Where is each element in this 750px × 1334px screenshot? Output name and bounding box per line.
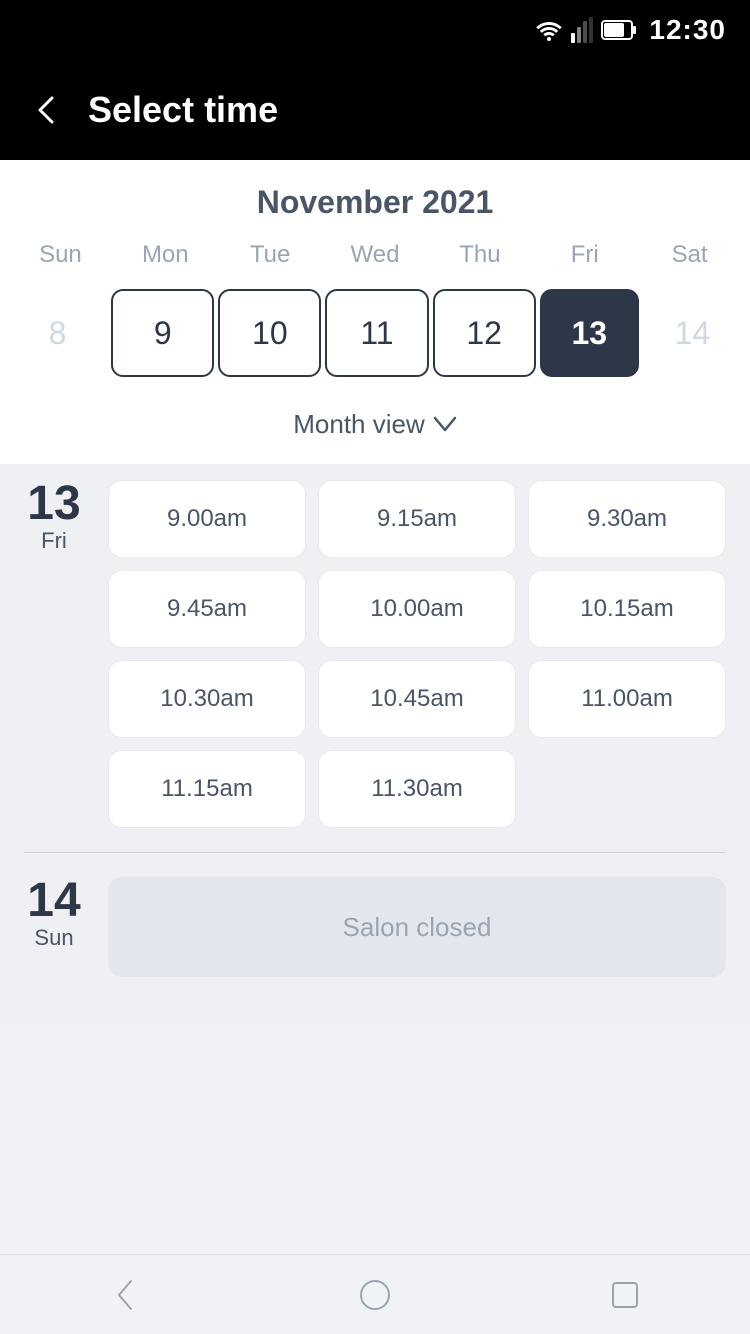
- header-title: Select time: [88, 89, 278, 131]
- day-block-13: 13 Fri 9.00am 9.15am 9.30am 9.45am 10.00…: [24, 480, 726, 828]
- time-slot-1000[interactable]: 10.00am: [318, 570, 516, 648]
- wifi-icon: [535, 19, 563, 41]
- weekday-fri: Fri: [532, 241, 637, 281]
- day-name-14: Sun: [24, 925, 84, 951]
- day-11[interactable]: 11: [325, 289, 428, 377]
- day-12[interactable]: 12: [433, 289, 536, 377]
- weekday-row: Sun Mon Tue Wed Thu Fri Sat: [0, 241, 750, 281]
- day-label-14: 14 Sun: [24, 877, 84, 951]
- chevron-down-icon: [433, 411, 457, 439]
- weekday-wed: Wed: [323, 241, 428, 281]
- weekday-thu: Thu: [427, 241, 532, 281]
- signal-icon: [571, 17, 593, 43]
- time-slot-1015[interactable]: 10.15am: [528, 570, 726, 648]
- time-slot-1130[interactable]: 11.30am: [318, 750, 516, 828]
- nav-home-button[interactable]: [345, 1265, 405, 1325]
- day-9[interactable]: 9: [111, 289, 214, 377]
- day-divider: [24, 852, 726, 853]
- weekday-mon: Mon: [113, 241, 218, 281]
- day-block-14: 14 Sun Salon closed: [24, 877, 726, 977]
- status-bar: 12:30: [0, 0, 750, 60]
- day-14[interactable]: 14: [643, 289, 742, 377]
- nav-back-button[interactable]: [95, 1265, 155, 1325]
- weekday-tue: Tue: [218, 241, 323, 281]
- calendar-section: November 2021 Sun Mon Tue Wed Thu Fri Sa…: [0, 160, 750, 464]
- time-slot-930[interactable]: 9.30am: [528, 480, 726, 558]
- day-13[interactable]: 13: [540, 289, 639, 377]
- time-slot-1115[interactable]: 11.15am: [108, 750, 306, 828]
- status-time: 12:30: [649, 14, 726, 46]
- time-slot-945[interactable]: 9.45am: [108, 570, 306, 648]
- time-grid-13: 9.00am 9.15am 9.30am 9.45am 10.00am 10.1…: [108, 480, 726, 828]
- status-icons: [535, 17, 637, 43]
- day-header-13: 13 Fri 9.00am 9.15am 9.30am 9.45am 10.00…: [24, 480, 726, 828]
- day-header-14: 14 Sun Salon closed: [24, 877, 726, 977]
- month-view-label: Month view: [293, 409, 425, 440]
- nav-bar: [0, 1254, 750, 1334]
- time-slot-915[interactable]: 9.15am: [318, 480, 516, 558]
- weekday-sun: Sun: [8, 241, 113, 281]
- back-button[interactable]: [32, 94, 64, 126]
- day-10[interactable]: 10: [218, 289, 321, 377]
- time-slot-1030[interactable]: 10.30am: [108, 660, 306, 738]
- month-view-toggle[interactable]: Month view: [0, 393, 750, 464]
- day-name-13: Fri: [24, 528, 84, 554]
- time-slot-1100[interactable]: 11.00am: [528, 660, 726, 738]
- weekday-sat: Sat: [637, 241, 742, 281]
- day-8[interactable]: 8: [8, 289, 107, 377]
- nav-recent-button[interactable]: [595, 1265, 655, 1325]
- salon-closed-message: Salon closed: [108, 877, 726, 977]
- timeslots-section: 13 Fri 9.00am 9.15am 9.30am 9.45am 10.00…: [0, 464, 750, 1025]
- day-number-14: 14: [24, 877, 84, 925]
- day-label-13: 13 Fri: [24, 480, 84, 554]
- app-header: Select time: [0, 60, 750, 160]
- day-number-13: 13: [24, 480, 84, 528]
- time-slot-1045[interactable]: 10.45am: [318, 660, 516, 738]
- days-row: 8 9 10 11 12 13 14: [0, 281, 750, 393]
- month-year: November 2021: [0, 184, 750, 221]
- battery-icon: [601, 20, 637, 40]
- time-slot-900[interactable]: 9.00am: [108, 480, 306, 558]
